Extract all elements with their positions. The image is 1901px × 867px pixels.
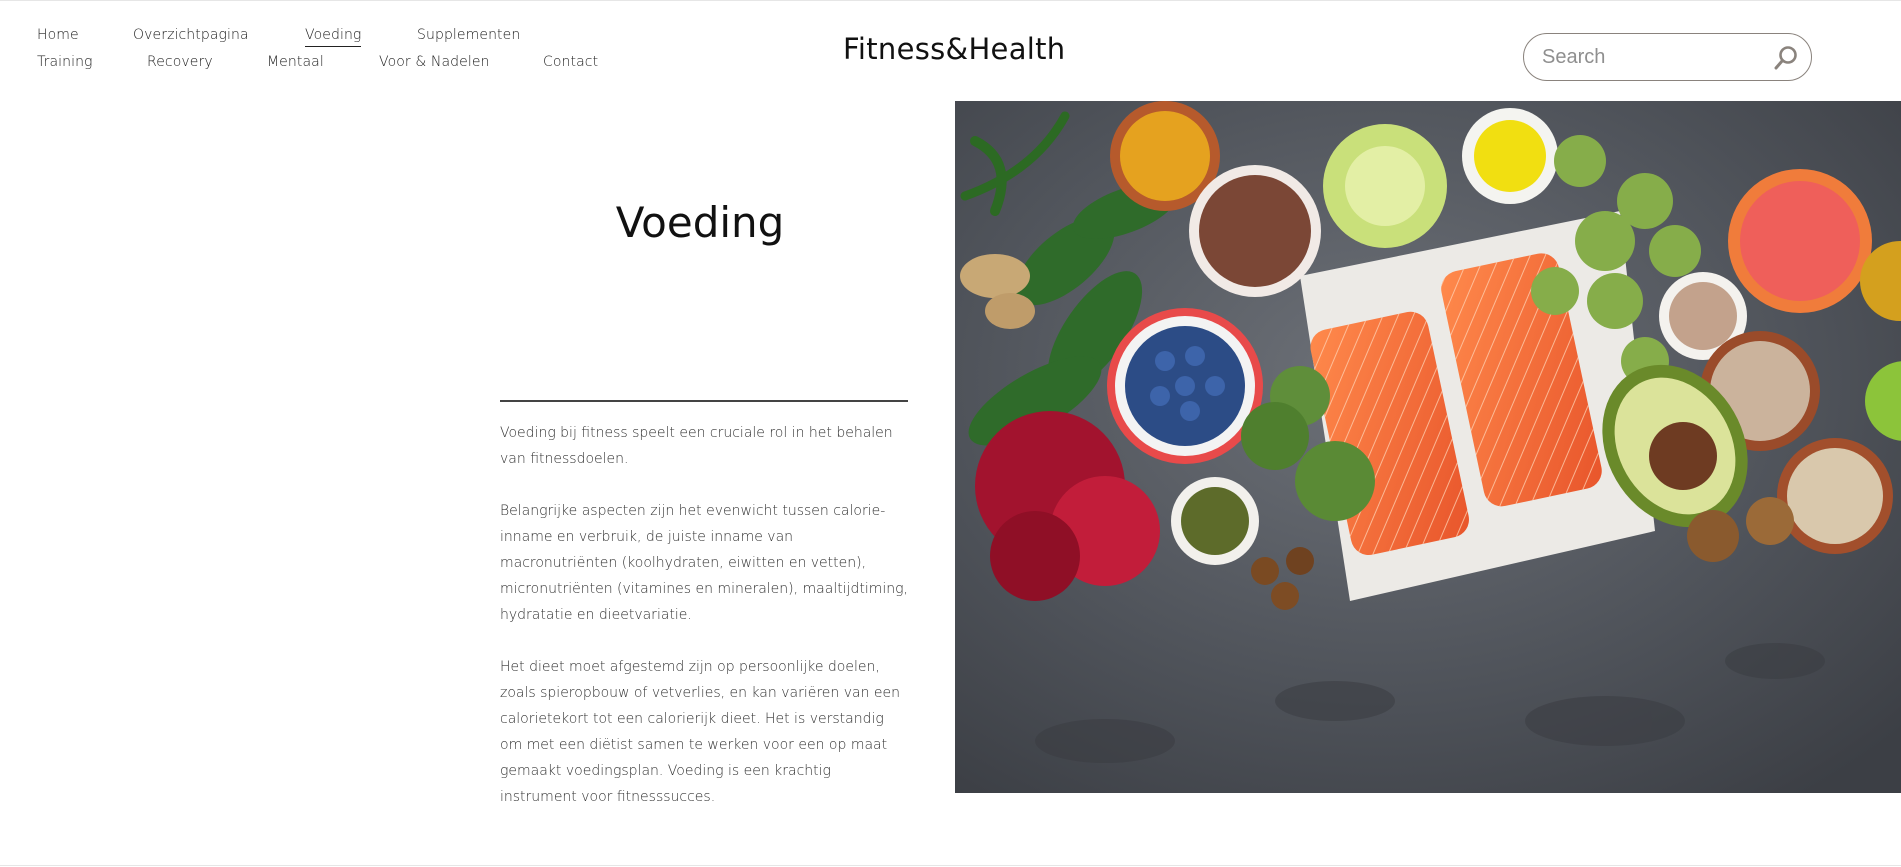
nav-link-overzichtpagina[interactable]: Overzichtpagina — [133, 27, 249, 43]
nav-link-mentaal[interactable]: Mentaal — [267, 54, 324, 70]
nav-link-contact[interactable]: Contact — [543, 54, 598, 70]
page-title: Voeding — [615, 198, 785, 247]
nav-link-supplementen[interactable]: Supplementen — [417, 27, 520, 43]
site-logo[interactable]: Fitness&Health — [843, 32, 1065, 66]
paragraph-diet: Het dieet moet afgestemd zijn op persoon… — [500, 659, 901, 805]
paragraph-intro: Voeding bij fitness speelt een cruciale … — [500, 425, 893, 467]
bottom-border — [0, 865, 1901, 866]
search-icon[interactable] — [1772, 44, 1800, 72]
nav-link-home[interactable]: Home — [37, 27, 79, 43]
nav-link-training[interactable]: Training — [37, 54, 93, 70]
content-text: Voeding bij fitness speelt een cruciale … — [500, 420, 910, 836]
hero-food-image — [955, 101, 1901, 793]
top-border — [0, 0, 1901, 1]
nav-link-recovery[interactable]: Recovery — [147, 54, 213, 70]
title-divider — [500, 400, 908, 402]
paragraph-aspects: Belangrijke aspecten zijn het evenwicht … — [500, 503, 908, 623]
nav-link-voor-nadelen[interactable]: Voor & Nadelen — [379, 54, 490, 70]
search-box — [1523, 33, 1812, 81]
search-input[interactable] — [1542, 44, 1762, 70]
nav-link-voeding[interactable]: Voeding — [305, 27, 362, 47]
